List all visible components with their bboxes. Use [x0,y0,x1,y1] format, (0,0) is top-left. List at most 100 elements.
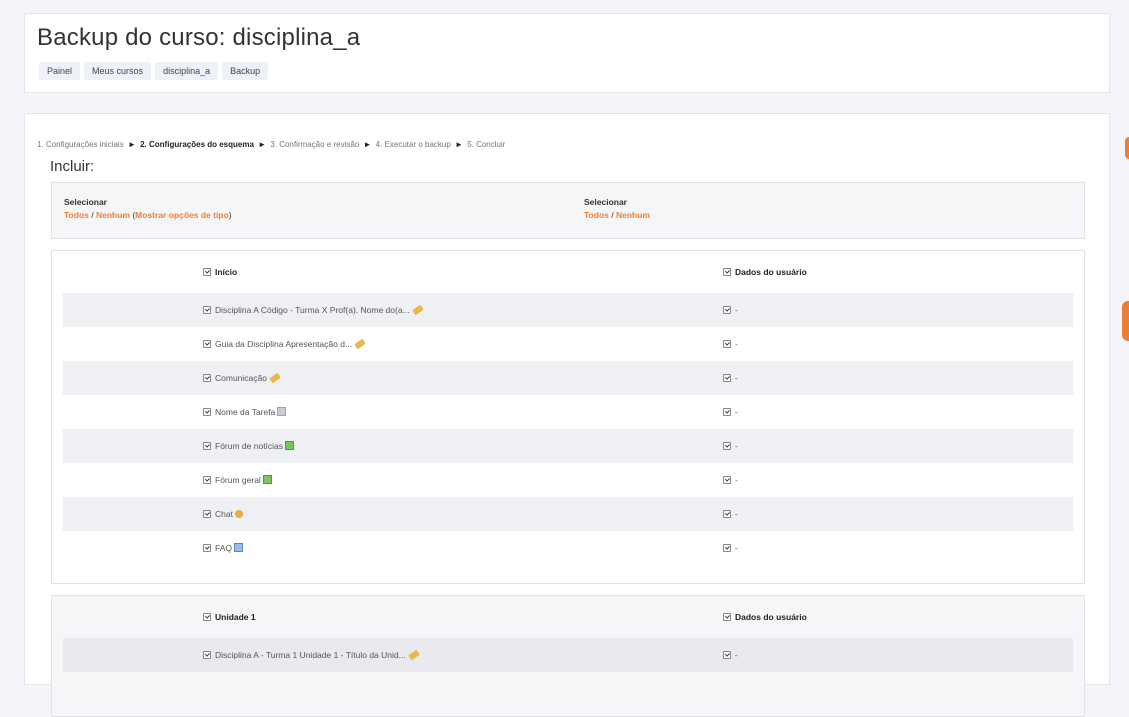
select-label: Selecionar [64,197,107,207]
activity-include-checkbox[interactable] [203,442,211,450]
activity-include-checkbox[interactable] [203,510,211,518]
step-2-current: 2. Configurações do esquema [140,140,254,149]
activity-userdata-checkbox[interactable] [723,510,731,518]
activity-label: Fórum de notícias [215,441,284,451]
userdata-value: - [735,543,738,553]
userdata-value: - [735,650,738,660]
activity-label: Disciplina A - Turma 1 Unidade 1 - Títul… [215,650,406,660]
activity-row: Fórum de notícias - [63,429,1073,463]
activity-row: Guia da Disciplina Apresentação d... - [63,327,1073,361]
label-icon [354,338,366,350]
backup-settings-card: 1. Configurações iniciais ► 2. Configura… [24,113,1110,717]
section-userdata-checkbox[interactable] [723,613,731,621]
section-include-checkbox[interactable] [203,268,211,276]
activity-include-checkbox[interactable] [203,544,211,552]
activity-row: Disciplina A Código - Turma X Prof(a). N… [63,293,1073,327]
activity-include-checkbox[interactable] [203,374,211,382]
select-separator: / [88,210,96,220]
assignment-icon [277,407,287,416]
step-arrow: ► [127,140,136,149]
section-unidade-1: Unidade 1 Dados do usuário Disciplina A … [51,595,1085,717]
activity-row: Nome da Tarefa - [63,395,1073,429]
forum-icon [285,441,295,450]
userdata-value: - [735,373,738,383]
step-5: 5. Concluir [467,140,506,149]
breadcrumb-item-course[interactable]: disciplina_a [155,62,219,80]
step-arrow: ► [455,140,463,149]
page-header: Backup do curso: disciplina_a Painel Meu… [24,13,1110,93]
userdata-value: - [735,509,738,519]
activity-include-checkbox[interactable] [203,340,211,348]
section-include-checkbox[interactable] [203,613,211,621]
drawer-toggle-tab[interactable] [1122,301,1129,341]
step-1: 1. Configurações iniciais [37,140,124,149]
activity-label: Chat [215,509,233,519]
section-header-row: Início Dados do usuário [63,255,1073,289]
breadcrumb-item-backup[interactable]: Backup [222,62,269,80]
userdata-label: Dados do usuário [735,612,807,622]
userdata-value: - [735,407,738,417]
activity-include-checkbox[interactable] [203,651,211,659]
page-title: Backup do curso: disciplina_a [37,24,361,51]
show-type-options-link[interactable]: Mostrar opções de tipo [135,210,229,220]
activity-userdata-checkbox[interactable] [723,442,731,450]
activity-userdata-checkbox[interactable] [723,340,731,348]
activity-label: Guia da Disciplina Apresentação d... [215,339,353,349]
label-icon [269,372,281,384]
activity-label: Fórum geral [215,475,261,485]
chat-icon [234,510,243,518]
userdata-value: - [735,441,738,451]
userdata-label: Dados do usuário [735,267,807,277]
include-heading: Incluir: [50,158,95,175]
activity-userdata-checkbox[interactable] [723,374,731,382]
section-userdata-checkbox[interactable] [723,268,731,276]
activity-userdata-checkbox[interactable] [723,408,731,416]
activity-userdata-checkbox[interactable] [723,544,731,552]
activity-include-checkbox[interactable] [203,306,211,314]
forum-icon [262,475,272,484]
select-separator: / [608,210,616,220]
activity-label: Nome da Tarefa [215,407,276,417]
select-activities: Selecionar Todos / Nenhum (Mostrar opçõe… [64,197,232,220]
glossary-icon [234,543,244,552]
activity-userdata-checkbox[interactable] [723,651,731,659]
activity-label: FAQ [215,543,233,553]
step-3: 3. Confirmação e revisão [270,140,360,149]
select-all-link[interactable]: Todos [64,210,89,220]
drawer-toggle-tab[interactable] [1125,137,1129,159]
activity-label: Comunicação [215,373,267,383]
step-arrow: ► [258,140,267,149]
userdata-value: - [735,475,738,485]
activity-label: Disciplina A Código - Turma X Prof(a). N… [215,305,410,315]
activity-userdata-checkbox[interactable] [723,306,731,314]
activity-userdata-checkbox[interactable] [723,476,731,484]
paren-close: ) [228,210,232,220]
label-icon [411,304,424,316]
activity-include-checkbox[interactable] [203,476,211,484]
breadcrumb-item-meus-cursos[interactable]: Meus cursos [84,62,152,80]
step-arrow: ► [363,140,372,149]
select-label: Selecionar [584,197,627,207]
breadcrumb-item-painel[interactable]: Painel [39,62,81,80]
progress-steps: 1. Configurações iniciais ► 2. Configura… [37,140,505,149]
activity-row: Fórum geral - [63,463,1073,497]
activity-row: Comunicação - [63,361,1073,395]
section-title: Início [215,267,238,277]
activity-row: Chat - [63,497,1073,531]
select-userdata: Selecionar Todos / Nenhum [584,197,650,220]
userdata-value: - [735,339,738,349]
label-icon [407,649,420,661]
select-none-link[interactable]: Nenhum [96,210,130,220]
section-title: Unidade 1 [215,612,256,622]
select-all-userdata-link[interactable]: Todos [584,210,609,220]
select-panel: Selecionar Todos / Nenhum (Mostrar opçõe… [51,182,1085,239]
section-header-row: Unidade 1 Dados do usuário [63,600,1073,634]
activity-row: FAQ - [63,531,1073,565]
step-4: 4. Executar o backup [375,140,451,149]
section-inicio: Início Dados do usuário Disciplina A Cód… [51,250,1085,584]
activity-include-checkbox[interactable] [203,408,211,416]
breadcrumb: Painel Meus cursos disciplina_a Backup [39,62,272,80]
activity-row: Disciplina A - Turma 1 Unidade 1 - Títul… [63,638,1073,672]
select-none-userdata-link[interactable]: Nenhum [616,210,650,220]
userdata-value: - [735,305,738,315]
